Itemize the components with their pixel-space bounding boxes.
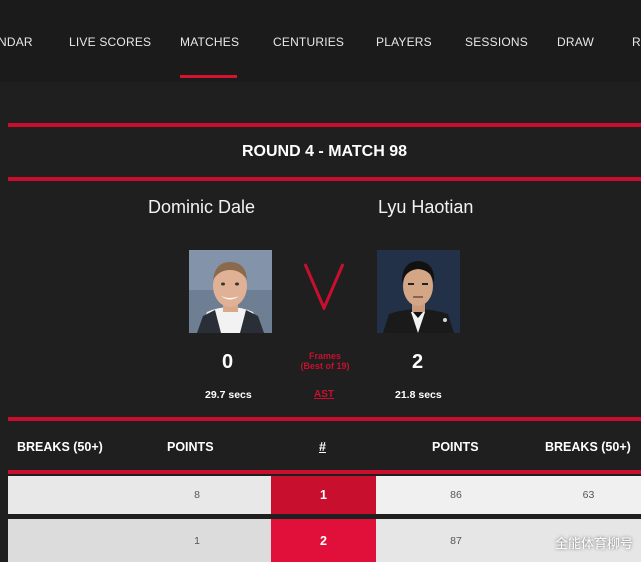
frames-text: Frames (308, 351, 342, 361)
nav-item-results[interactable]: R (632, 35, 641, 49)
header-p2-breaks: BREAKS (50+) (545, 440, 631, 454)
player2-name[interactable]: Lyu Haotian (378, 197, 473, 218)
ast-link[interactable]: AST (314, 389, 334, 400)
nav-item-calendar[interactable]: NDAR (0, 35, 33, 49)
versus-icon (303, 263, 345, 310)
nav-item-matches[interactable]: MATCHES (180, 35, 239, 49)
best-of-text: (Best of 19) (300, 361, 350, 371)
match-title: ROUND 4 - MATCH 98 (241, 143, 408, 160)
table-row[interactable]: 8 1 86 63 (8, 476, 641, 514)
player2-photo[interactable] (377, 250, 460, 333)
frame-number-cell[interactable]: 1 (271, 476, 376, 514)
nav-item-sessions[interactable]: SESSIONS (465, 35, 528, 49)
active-tab-indicator (180, 75, 237, 78)
player2-score: 2 (412, 351, 424, 373)
player1-average-shot-time: 29.7 secs (205, 389, 252, 401)
nav-item-draw[interactable]: DRAW (557, 35, 594, 49)
p2-points-cell: 86 (450, 489, 462, 501)
divider-top (8, 123, 641, 127)
p2-breaks-cell: 63 (582, 489, 595, 501)
divider-table-top (8, 417, 641, 421)
top-navigation: NDAR LIVE SCORES MATCHES CENTURIES PLAYE… (0, 0, 641, 82)
p1-points-cell: 1 (194, 534, 200, 547)
frame-number-cell[interactable]: 2 (271, 519, 376, 562)
table-row[interactable]: 1 2 87 (8, 519, 641, 562)
frames-label: Frames (Best of 19) (290, 351, 360, 371)
header-p1-points: POINTS (167, 440, 214, 454)
header-p1-breaks: BREAKS (50+) (17, 440, 103, 454)
player1-photo[interactable] (189, 250, 272, 333)
divider-title (8, 177, 641, 181)
nav-item-players[interactable]: PLAYERS (376, 35, 432, 49)
p1-breaks-cell (8, 519, 123, 562)
nav-item-live-scores[interactable]: LIVE SCORES (69, 35, 151, 49)
divider-table-header (8, 470, 641, 474)
player2-average-shot-time: 21.8 secs (395, 389, 442, 401)
nav-item-centuries[interactable]: CENTURIES (273, 35, 344, 49)
watermark: 全能体育柳号 (554, 537, 633, 552)
header-frame-number[interactable]: # (319, 440, 326, 454)
player1-score: 0 (222, 351, 234, 373)
player1-name[interactable]: Dominic Dale (148, 197, 255, 218)
header-p2-points: POINTS (432, 440, 479, 454)
p2-points-cell: 87 (450, 534, 462, 547)
p1-breaks-cell (8, 476, 123, 514)
p1-points-cell: 8 (194, 489, 200, 501)
